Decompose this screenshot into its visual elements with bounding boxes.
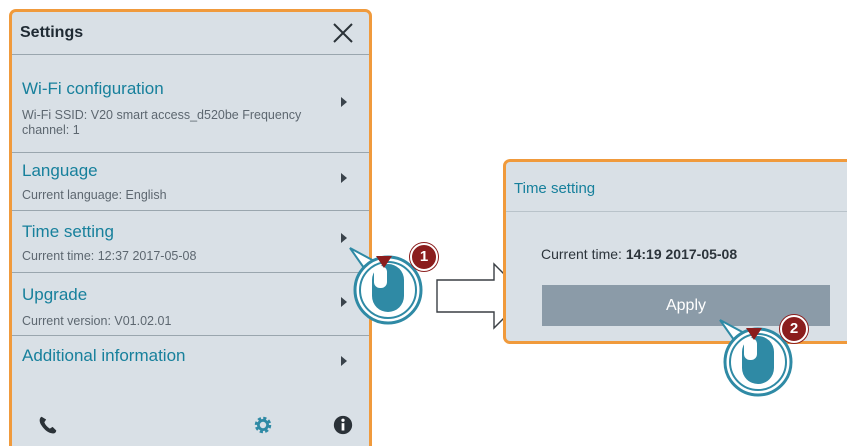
settings-title: Settings xyxy=(20,24,84,41)
gear-icon[interactable] xyxy=(252,414,274,436)
step-badge-1: 1 xyxy=(410,243,438,271)
menu-item-subtext: Wi-Fi SSID: V20 smart access_d520be Freq… xyxy=(22,108,302,122)
time-setting-header: Time setting xyxy=(506,162,847,212)
menu-item-label: Additional information xyxy=(22,346,186,365)
current-time-value: 14:19 2017-05-08 xyxy=(625,246,738,262)
info-icon[interactable] xyxy=(332,414,354,436)
current-time-line: Current time: 14:19 2017-05-08 xyxy=(541,246,737,262)
menu-item-time-setting[interactable]: Time setting Current time: 12:37 2017-05… xyxy=(12,211,369,273)
chevron-right-icon xyxy=(341,356,347,366)
chevron-right-icon xyxy=(341,297,347,307)
click-indicator-2: 2 xyxy=(718,312,808,402)
settings-panel: Settings Wi-Fi configuration Wi-Fi SSID:… xyxy=(9,9,372,446)
menu-item-label: Language xyxy=(22,161,98,180)
current-time-label: Current time: xyxy=(541,246,622,262)
menu-item-wifi-configuration[interactable]: Wi-Fi configuration Wi-Fi SSID: V20 smar… xyxy=(12,55,369,153)
menu-item-label: Time setting xyxy=(22,222,114,241)
menu-item-label: Upgrade xyxy=(22,285,88,304)
menu-item-subtext: Current time: 12:37 2017-05-08 xyxy=(22,249,197,263)
menu-item-subtext: channel: 1 xyxy=(22,123,80,137)
settings-header: Settings xyxy=(12,12,369,55)
time-setting-title: Time setting xyxy=(514,180,596,197)
step-badge-2: 2 xyxy=(780,315,808,343)
chevron-right-icon xyxy=(341,233,347,243)
chevron-right-icon xyxy=(341,97,347,107)
menu-item-label: Wi-Fi configuration xyxy=(22,79,164,98)
phone-icon[interactable] xyxy=(37,414,59,436)
menu-item-subtext: Current version: V01.02.01 xyxy=(22,314,172,328)
click-indicator-1: 1 xyxy=(348,240,438,330)
menu-item-additional-information[interactable]: Additional information xyxy=(12,336,369,394)
menu-item-upgrade[interactable]: Upgrade Current version: V01.02.01 xyxy=(12,273,369,336)
chevron-right-icon xyxy=(341,173,347,183)
menu-item-subtext: Current language: English xyxy=(22,188,167,202)
close-icon[interactable] xyxy=(331,21,355,45)
bottom-toolbar xyxy=(12,405,369,446)
menu-item-language[interactable]: Language Current language: English xyxy=(12,153,369,211)
